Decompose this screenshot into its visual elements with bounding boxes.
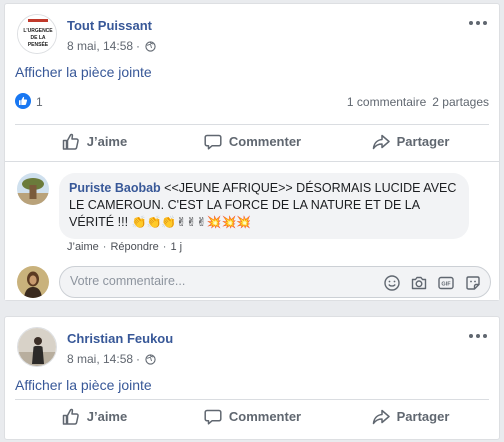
- comment-age[interactable]: 1 j: [170, 241, 182, 253]
- camera-icon[interactable]: [410, 274, 428, 292]
- comment-dot-1: ·: [102, 241, 107, 253]
- post-author[interactable]: Christian Feukou: [67, 331, 173, 346]
- post-action-bar: J’aime Commenter Partager: [15, 399, 489, 433]
- comment-input[interactable]: [70, 274, 370, 288]
- post-timestamp[interactable]: 8 mai, 14:58: [67, 352, 133, 366]
- author-avatar[interactable]: [17, 327, 57, 367]
- more-options-icon[interactable]: [469, 329, 489, 343]
- comment-like-link[interactable]: J’aime: [67, 241, 99, 253]
- like-button[interactable]: J’aime: [15, 125, 173, 158]
- person-portrait-icon: [18, 328, 56, 366]
- thumbs-up-icon: [62, 408, 79, 425]
- share-arrow-icon: [372, 409, 390, 424]
- current-user-avatar[interactable]: [17, 266, 49, 298]
- comment-emojis: 👏👏👏✌✌✌💥💥💥: [131, 215, 252, 229]
- like-label: J’aime: [86, 134, 128, 149]
- share-arrow-icon: [372, 134, 390, 149]
- logo-line-1: L'URGENCE: [23, 28, 53, 34]
- engagement-counts: 1 commentaire 2 partages: [347, 95, 489, 109]
- post-header: Christian Feukou 8 mai, 14:58 ·: [17, 327, 489, 371]
- post-header: L'URGENCE DE LA PENSÉE Tout Puissant 8 m…: [17, 14, 489, 58]
- comment-composer[interactable]: GIF: [59, 266, 491, 298]
- reactions-bar: 1 1 commentaire 2 partages: [15, 93, 489, 111]
- like-reaction-icon[interactable]: [15, 93, 31, 109]
- comment-actions: J’aime · Répondre · 1 j: [67, 241, 182, 253]
- comment-icon: [204, 134, 222, 150]
- user-portrait-icon: [17, 266, 49, 298]
- logo-line-3: PENSÉE: [28, 40, 49, 48]
- thumbs-up-icon: [62, 133, 79, 150]
- globe-icon[interactable]: [145, 40, 156, 52]
- svg-text:GIF: GIF: [441, 282, 451, 288]
- meta-separator: ·: [136, 39, 141, 53]
- sticker-icon[interactable]: [464, 274, 482, 292]
- like-button[interactable]: J’aime: [15, 400, 173, 433]
- emoji-icon[interactable]: [383, 274, 401, 292]
- comment-label: Commenter: [228, 134, 302, 149]
- comments-count[interactable]: 1 commentaire: [347, 95, 426, 109]
- reaction-count[interactable]: 1: [36, 95, 43, 109]
- baobab-tree-icon: [17, 173, 49, 205]
- comment-author[interactable]: Puriste Baobab: [69, 181, 161, 195]
- comment-label: Commenter: [228, 409, 302, 424]
- post-card: Christian Feukou 8 mai, 14:58 · Afficher…: [4, 316, 500, 440]
- like-label: J’aime: [86, 409, 128, 424]
- comment-dot-2: ·: [162, 241, 167, 253]
- comment-bubble: Puriste Baobab <<JEUNE AFRIQUE>> DÉSORMA…: [59, 173, 469, 239]
- more-options-icon[interactable]: [469, 16, 489, 30]
- shares-count[interactable]: 2 partages: [432, 95, 489, 109]
- post-card: L'URGENCE DE LA PENSÉE Tout Puissant 8 m…: [4, 3, 500, 301]
- post-meta: 8 mai, 14:58 ·: [67, 352, 156, 366]
- urgence-logo-icon: L'URGENCE DE LA PENSÉE: [18, 15, 56, 53]
- post-author[interactable]: Tout Puissant: [67, 18, 152, 33]
- gif-icon[interactable]: GIF: [437, 274, 455, 292]
- commenter-avatar[interactable]: [17, 173, 49, 205]
- share-label: Partager: [396, 409, 450, 424]
- globe-icon[interactable]: [145, 353, 156, 365]
- view-attachment-link[interactable]: Afficher la pièce jointe: [15, 64, 152, 80]
- comments-section: Puriste Baobab <<JEUNE AFRIQUE>> DÉSORMA…: [5, 161, 499, 300]
- share-button[interactable]: Partager: [331, 125, 489, 158]
- post-meta: 8 mai, 14:58 ·: [67, 39, 156, 53]
- author-avatar[interactable]: L'URGENCE DE LA PENSÉE: [17, 14, 57, 54]
- share-label: Partager: [396, 134, 450, 149]
- comment-icon: [204, 409, 222, 425]
- comment-reply-link[interactable]: Répondre: [110, 241, 158, 253]
- composer-icons: GIF: [383, 274, 482, 292]
- comment-button[interactable]: Commenter: [173, 400, 331, 433]
- post-action-bar: J’aime Commenter Partager: [15, 124, 489, 158]
- post-timestamp[interactable]: 8 mai, 14:58: [67, 39, 133, 53]
- share-button[interactable]: Partager: [331, 400, 489, 433]
- comment-button[interactable]: Commenter: [173, 125, 331, 158]
- view-attachment-link[interactable]: Afficher la pièce jointe: [15, 377, 152, 393]
- meta-separator: ·: [136, 352, 141, 366]
- logo-line-2: DE LA: [31, 35, 46, 41]
